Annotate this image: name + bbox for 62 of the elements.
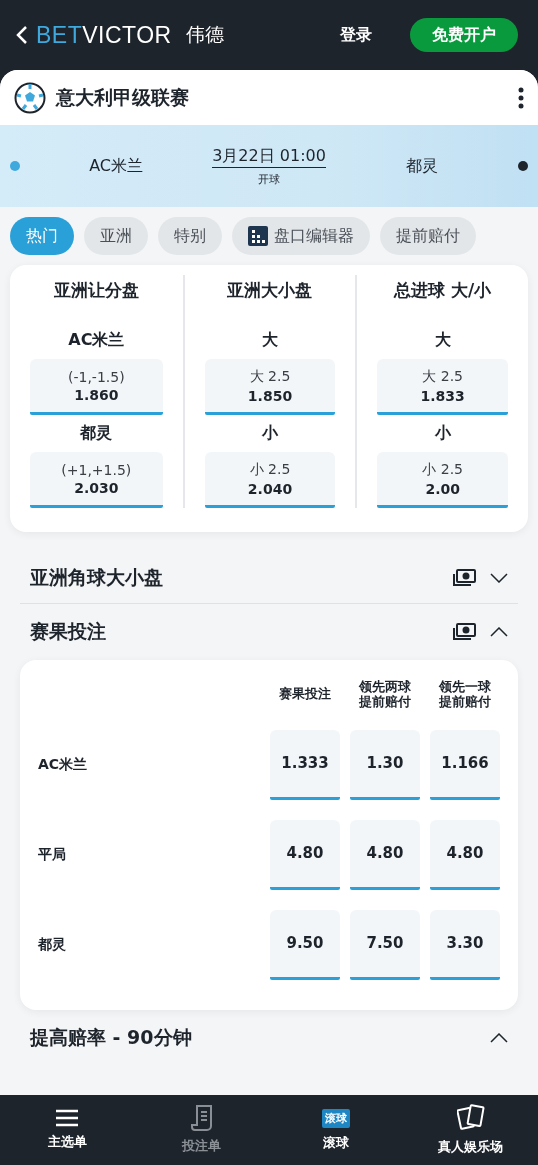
odds-button[interactable]: 大 2.5 1.850 bbox=[204, 359, 336, 415]
section-title[interactable]: 赛果投注 bbox=[30, 619, 452, 645]
menu-icon bbox=[55, 1109, 80, 1127]
market-title: 亚洲大小盘 bbox=[227, 279, 313, 302]
odds-button[interactable]: (+1,+1.5) 2.030 bbox=[30, 452, 163, 508]
login-link[interactable]: 登录 bbox=[340, 24, 372, 46]
back-icon[interactable] bbox=[16, 26, 28, 44]
odds-button[interactable]: 4.80 bbox=[270, 819, 340, 890]
outcome-name: 小 bbox=[262, 423, 278, 444]
odds-button[interactable]: 4.80 bbox=[430, 819, 500, 890]
outcome-name: 大 bbox=[262, 330, 278, 351]
match-status: 开球 bbox=[258, 171, 280, 187]
live-badge: 滚球 bbox=[322, 1108, 351, 1128]
odds-button[interactable]: 小 2.5 2.00 bbox=[377, 452, 508, 508]
section-title[interactable]: 提高赔率 - 90分钟 bbox=[30, 1024, 490, 1051]
match-time: 3月22日 01:00 bbox=[212, 145, 326, 168]
grid-icon bbox=[248, 226, 268, 246]
nav-item[interactable]: 真人娱乐场 bbox=[403, 1095, 538, 1165]
market-tab[interactable]: 特别 bbox=[158, 217, 222, 255]
column-header: 领先一球提前赔付 bbox=[437, 680, 492, 710]
market-title: 亚洲让分盘 bbox=[53, 279, 139, 302]
signup-button[interactable]: 免费开户 bbox=[410, 18, 518, 52]
chevron-up-icon[interactable] bbox=[490, 627, 508, 637]
odds-button[interactable]: 1.166 bbox=[430, 729, 500, 800]
odds-button[interactable]: 3.30 bbox=[430, 909, 500, 980]
chevron-down-icon[interactable] bbox=[490, 572, 508, 583]
odds-button[interactable]: 7.50 bbox=[350, 909, 420, 980]
brand-name: 伟德 bbox=[185, 22, 224, 47]
odds-button[interactable]: 1.333 bbox=[270, 729, 340, 800]
market-tab[interactable]: 提前赔付 bbox=[380, 217, 476, 255]
more-options-icon[interactable] bbox=[518, 86, 524, 109]
column-header: 领先两球提前赔付 bbox=[357, 680, 412, 710]
league-title: 意大利甲级联赛 bbox=[56, 84, 189, 110]
chevron-up-icon[interactable] bbox=[490, 1032, 508, 1043]
row-label: 平局 bbox=[38, 845, 67, 864]
outcome-name: 大 bbox=[434, 330, 451, 351]
cash-icon bbox=[452, 568, 476, 587]
odds-button[interactable]: 9.50 bbox=[270, 909, 340, 980]
odds-button[interactable]: (-1,-1.5) 1.860 bbox=[30, 359, 163, 415]
nav-item[interactable]: 滚球 滚球 bbox=[269, 1095, 404, 1165]
market-tab[interactable]: 亚洲 bbox=[84, 217, 148, 255]
soccer-ball-icon bbox=[14, 81, 46, 114]
market-title: 总进球 大/小 bbox=[394, 279, 492, 302]
section-title[interactable]: 亚洲角球大小盘 bbox=[30, 564, 452, 591]
market-tab[interactable]: 盘口编辑器 bbox=[232, 217, 370, 255]
row-label: AC米兰 bbox=[38, 755, 89, 774]
receipt-icon bbox=[190, 1105, 213, 1131]
outcome-name: AC米兰 bbox=[68, 330, 125, 351]
odds-button[interactable]: 小 2.5 2.040 bbox=[204, 452, 336, 508]
away-team: 都灵 bbox=[404, 155, 439, 177]
nav-item[interactable]: 主选单 bbox=[0, 1095, 135, 1165]
home-team: AC米兰 bbox=[88, 155, 144, 177]
cash-icon bbox=[452, 623, 476, 641]
outcome-name: 都灵 bbox=[80, 423, 113, 444]
odds-button[interactable]: 大 2.5 1.833 bbox=[377, 359, 508, 415]
playing-cards-icon bbox=[456, 1104, 485, 1132]
row-label: 都灵 bbox=[38, 935, 67, 954]
brand-logo: BETVICTOR bbox=[36, 21, 172, 49]
odds-button[interactable]: 1.30 bbox=[350, 729, 420, 800]
column-header: 赛果投注 bbox=[279, 687, 331, 703]
outcome-name: 小 bbox=[434, 423, 451, 444]
odds-button[interactable]: 4.80 bbox=[350, 819, 420, 890]
